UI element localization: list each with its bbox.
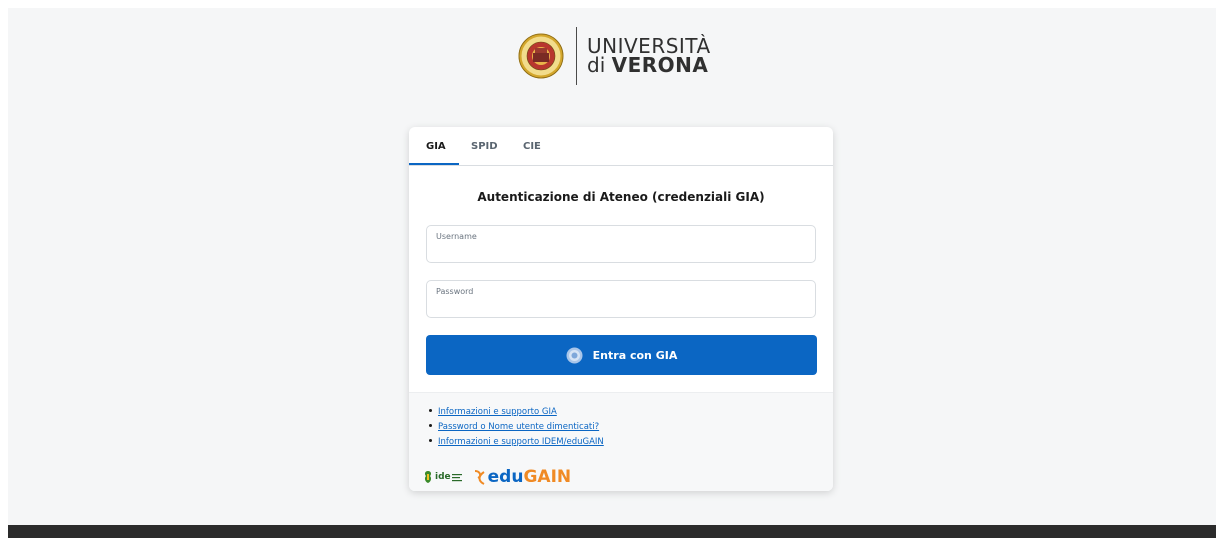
username-field[interactable]: Username	[426, 225, 816, 263]
gia-support-link[interactable]: Informazioni e supporto GIA	[438, 407, 557, 417]
university-seal-icon	[518, 33, 564, 79]
logo-line2-prefix: di	[587, 53, 612, 77]
idem-logo: ide	[423, 470, 462, 484]
login-button-label: Entra con GIA	[592, 348, 678, 362]
tab-gia[interactable]: GIA	[426, 141, 446, 152]
list-item: Informazioni e supporto GIA	[429, 405, 604, 420]
edugain-logo: eduGAIN	[472, 467, 571, 487]
form-heading: Autenticazione di Ateneo (credenziali GI…	[477, 190, 765, 204]
bullet	[429, 409, 432, 412]
password-field[interactable]: Password	[426, 280, 816, 318]
tab-cie[interactable]: CIE	[523, 141, 541, 152]
tab-spid[interactable]: SPID	[471, 141, 498, 152]
edugain-swirl-icon	[474, 470, 485, 485]
forgot-credentials-link[interactable]: Password o Nome utente dimenticati?	[438, 422, 599, 432]
login-card: GIA SPID CIE Autenticazione di Ateneo (c…	[409, 127, 833, 491]
edugain-text: eduGAIN	[488, 467, 571, 487]
list-item: Informazioni e supporto IDEM/eduGAIN	[429, 435, 604, 450]
username-label: Username	[436, 232, 477, 241]
edugain-edu: edu	[487, 467, 524, 487]
login-button[interactable]: Entra con GIA	[426, 335, 817, 375]
page-footer	[8, 525, 1216, 538]
username-input[interactable]	[435, 244, 805, 258]
auth-tabs: GIA SPID CIE	[409, 127, 833, 166]
bullet	[429, 439, 432, 442]
edugain-gain: GAIN	[523, 467, 572, 487]
password-input[interactable]	[435, 299, 805, 313]
federation-logos: ide eduGAIN	[423, 467, 571, 487]
bullet	[429, 424, 432, 427]
idem-icon	[424, 471, 432, 483]
card-footer: Informazioni e supporto GIA Password o N…	[409, 392, 833, 491]
active-tab-indicator	[409, 163, 459, 165]
idem-lines-icon	[451, 474, 462, 482]
logo-line2: di VERONA	[587, 53, 711, 77]
logo-line2-bold: VERONA	[611, 53, 709, 77]
help-links: Informazioni e supporto GIA Password o N…	[429, 405, 604, 450]
password-label: Password	[436, 287, 474, 296]
university-seal-icon	[566, 347, 583, 363]
logo-divider	[576, 27, 577, 85]
university-name: UNIVERSITÀ di VERONA	[587, 36, 711, 77]
idem-text: ide	[435, 472, 451, 482]
university-logo: UNIVERSITÀ di VERONA	[518, 27, 711, 85]
idem-edugain-support-link[interactable]: Informazioni e supporto IDEM/eduGAIN	[438, 437, 604, 447]
list-item: Password o Nome utente dimenticati?	[429, 420, 604, 435]
